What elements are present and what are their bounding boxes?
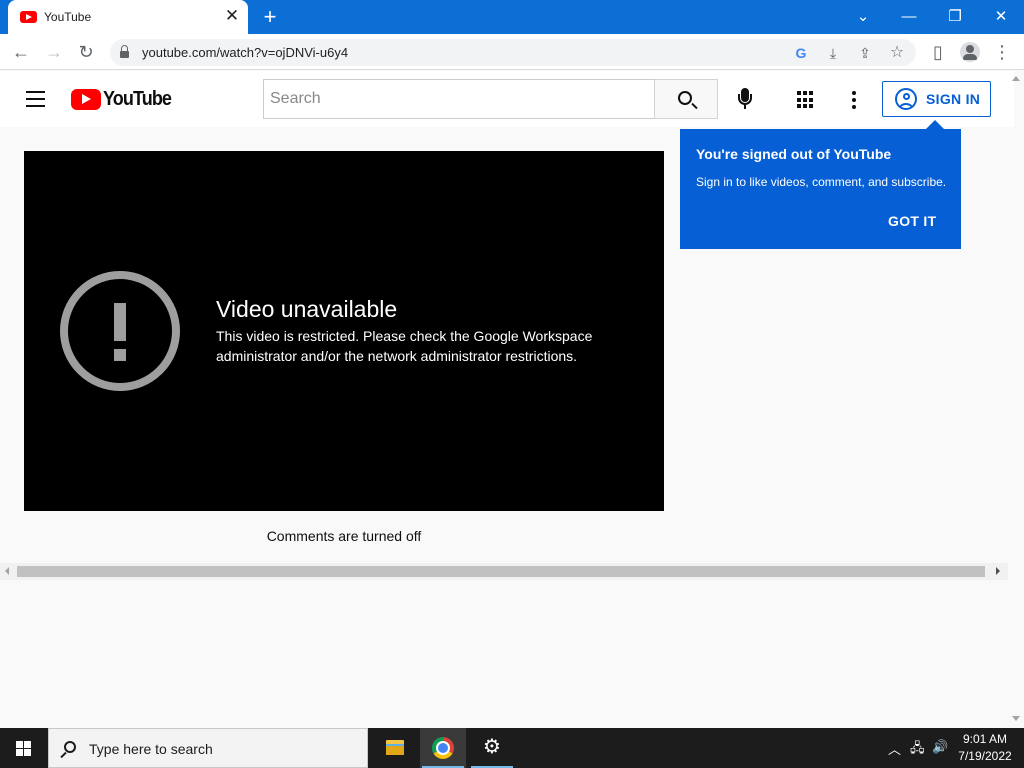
search-icon: [678, 91, 692, 105]
scroll-up-arrow-icon[interactable]: [1012, 76, 1020, 81]
bookmark-star-icon[interactable]: ☆: [886, 42, 908, 64]
youtube-logo[interactable]: YouTube: [71, 88, 179, 110]
tab-search-chevron-icon[interactable]: ⌄: [848, 5, 878, 29]
new-tab-button[interactable]: +: [258, 5, 282, 29]
minimize-button[interactable]: —: [894, 5, 924, 29]
browser-title-bar: YouTube ✕ + ⌄ — ❐ ✕: [0, 0, 1024, 34]
error-alert-icon: [60, 271, 180, 391]
search-input[interactable]: [264, 80, 654, 118]
tab-close-icon[interactable]: ✕: [222, 6, 242, 26]
sign-in-label: SIGN IN: [926, 91, 981, 107]
tray-chevron-icon[interactable]: ︿: [888, 739, 901, 758]
horizontal-scroll-thumb[interactable]: [17, 566, 985, 577]
got-it-button[interactable]: GOT IT: [888, 213, 936, 229]
browser-toolbar: ← → ↻ youtube.com/watch?v=ojDNVi-u6y4 G …: [0, 34, 1024, 70]
signed-out-tooltip: You're signed out of YouTube Sign in to …: [680, 120, 961, 249]
error-message: This video is restricted. Please check t…: [216, 328, 593, 364]
sign-in-button[interactable]: SIGN IN: [882, 81, 991, 117]
youtube-favicon-icon: [20, 11, 37, 23]
system-clock[interactable]: 9:01 AM 7/19/2022: [952, 731, 1018, 765]
browser-menu-icon[interactable]: ⋮: [990, 40, 1014, 64]
share-icon[interactable]: ⇪: [854, 42, 876, 64]
tab-title: YouTube: [44, 10, 92, 24]
taskbar-search-box[interactable]: Type here to search: [48, 728, 368, 768]
back-button[interactable]: ←: [9, 40, 33, 64]
search-icon: [64, 741, 76, 753]
profile-avatar-icon[interactable]: [958, 40, 982, 64]
horizontal-scrollbar[interactable]: [0, 563, 1008, 580]
comments-status: Comments are turned off: [266, 528, 422, 544]
microphone-icon[interactable]: [736, 88, 754, 110]
search-button[interactable]: [654, 79, 718, 119]
clock-time: 9:01 AM: [962, 732, 1008, 746]
settings-taskbar-button[interactable]: ⚙: [469, 728, 515, 768]
search-field[interactable]: [263, 79, 655, 119]
scroll-left-arrow-icon[interactable]: [5, 567, 9, 575]
taskbar-search-placeholder: Type here to search: [89, 741, 213, 757]
chrome-icon: [432, 737, 454, 759]
scroll-right-arrow-icon[interactable]: [996, 567, 1000, 575]
windows-logo-icon: [16, 741, 32, 756]
youtube-wordmark: YouTube: [103, 87, 172, 110]
lock-icon[interactable]: [120, 45, 129, 58]
close-window-button[interactable]: ✕: [986, 5, 1016, 29]
chrome-taskbar-button[interactable]: [420, 728, 466, 768]
settings-kebab-icon[interactable]: [851, 91, 857, 109]
apps-grid-icon[interactable]: [797, 91, 815, 109]
account-circle-icon: [895, 88, 917, 110]
side-panel-icon[interactable]: ▯: [926, 40, 950, 64]
tab-youtube[interactable]: YouTube ✕: [8, 0, 248, 34]
restore-button[interactable]: ❐: [940, 5, 970, 29]
video-player[interactable]: Video unavailable This video is restrict…: [24, 151, 664, 511]
tooltip-title: You're signed out of YouTube: [696, 146, 892, 162]
google-lens-icon[interactable]: G: [790, 42, 812, 64]
network-icon[interactable]: 🖧: [910, 739, 925, 761]
youtube-header: YouTube SIGN IN: [0, 71, 1014, 127]
url-text[interactable]: youtube.com/watch?v=ojDNVi-u6y4: [142, 45, 348, 60]
file-explorer-button[interactable]: [372, 728, 418, 768]
volume-icon[interactable]: 🔊: [932, 739, 948, 755]
youtube-play-icon: [71, 88, 101, 110]
error-title: Video unavailable: [216, 296, 398, 322]
address-bar[interactable]: youtube.com/watch?v=ojDNVi-u6y4 G ⤓ ⇪ ☆: [110, 39, 916, 66]
gear-icon: ⚙: [483, 736, 501, 758]
scroll-down-arrow-icon[interactable]: [1012, 716, 1020, 721]
forward-button[interactable]: →: [42, 40, 66, 64]
reload-button[interactable]: ↻: [74, 40, 98, 64]
tooltip-body: Sign in to like videos, comment, and sub…: [696, 175, 947, 189]
hamburger-menu-icon[interactable]: [26, 91, 46, 107]
windows-taskbar: Type here to search ⚙ ︿ 🖧 🔊 9:01 AM 7/19…: [0, 728, 1024, 768]
clock-date: 7/19/2022: [958, 749, 1012, 763]
install-app-icon[interactable]: ⤓: [822, 42, 844, 64]
start-button[interactable]: [0, 728, 48, 768]
